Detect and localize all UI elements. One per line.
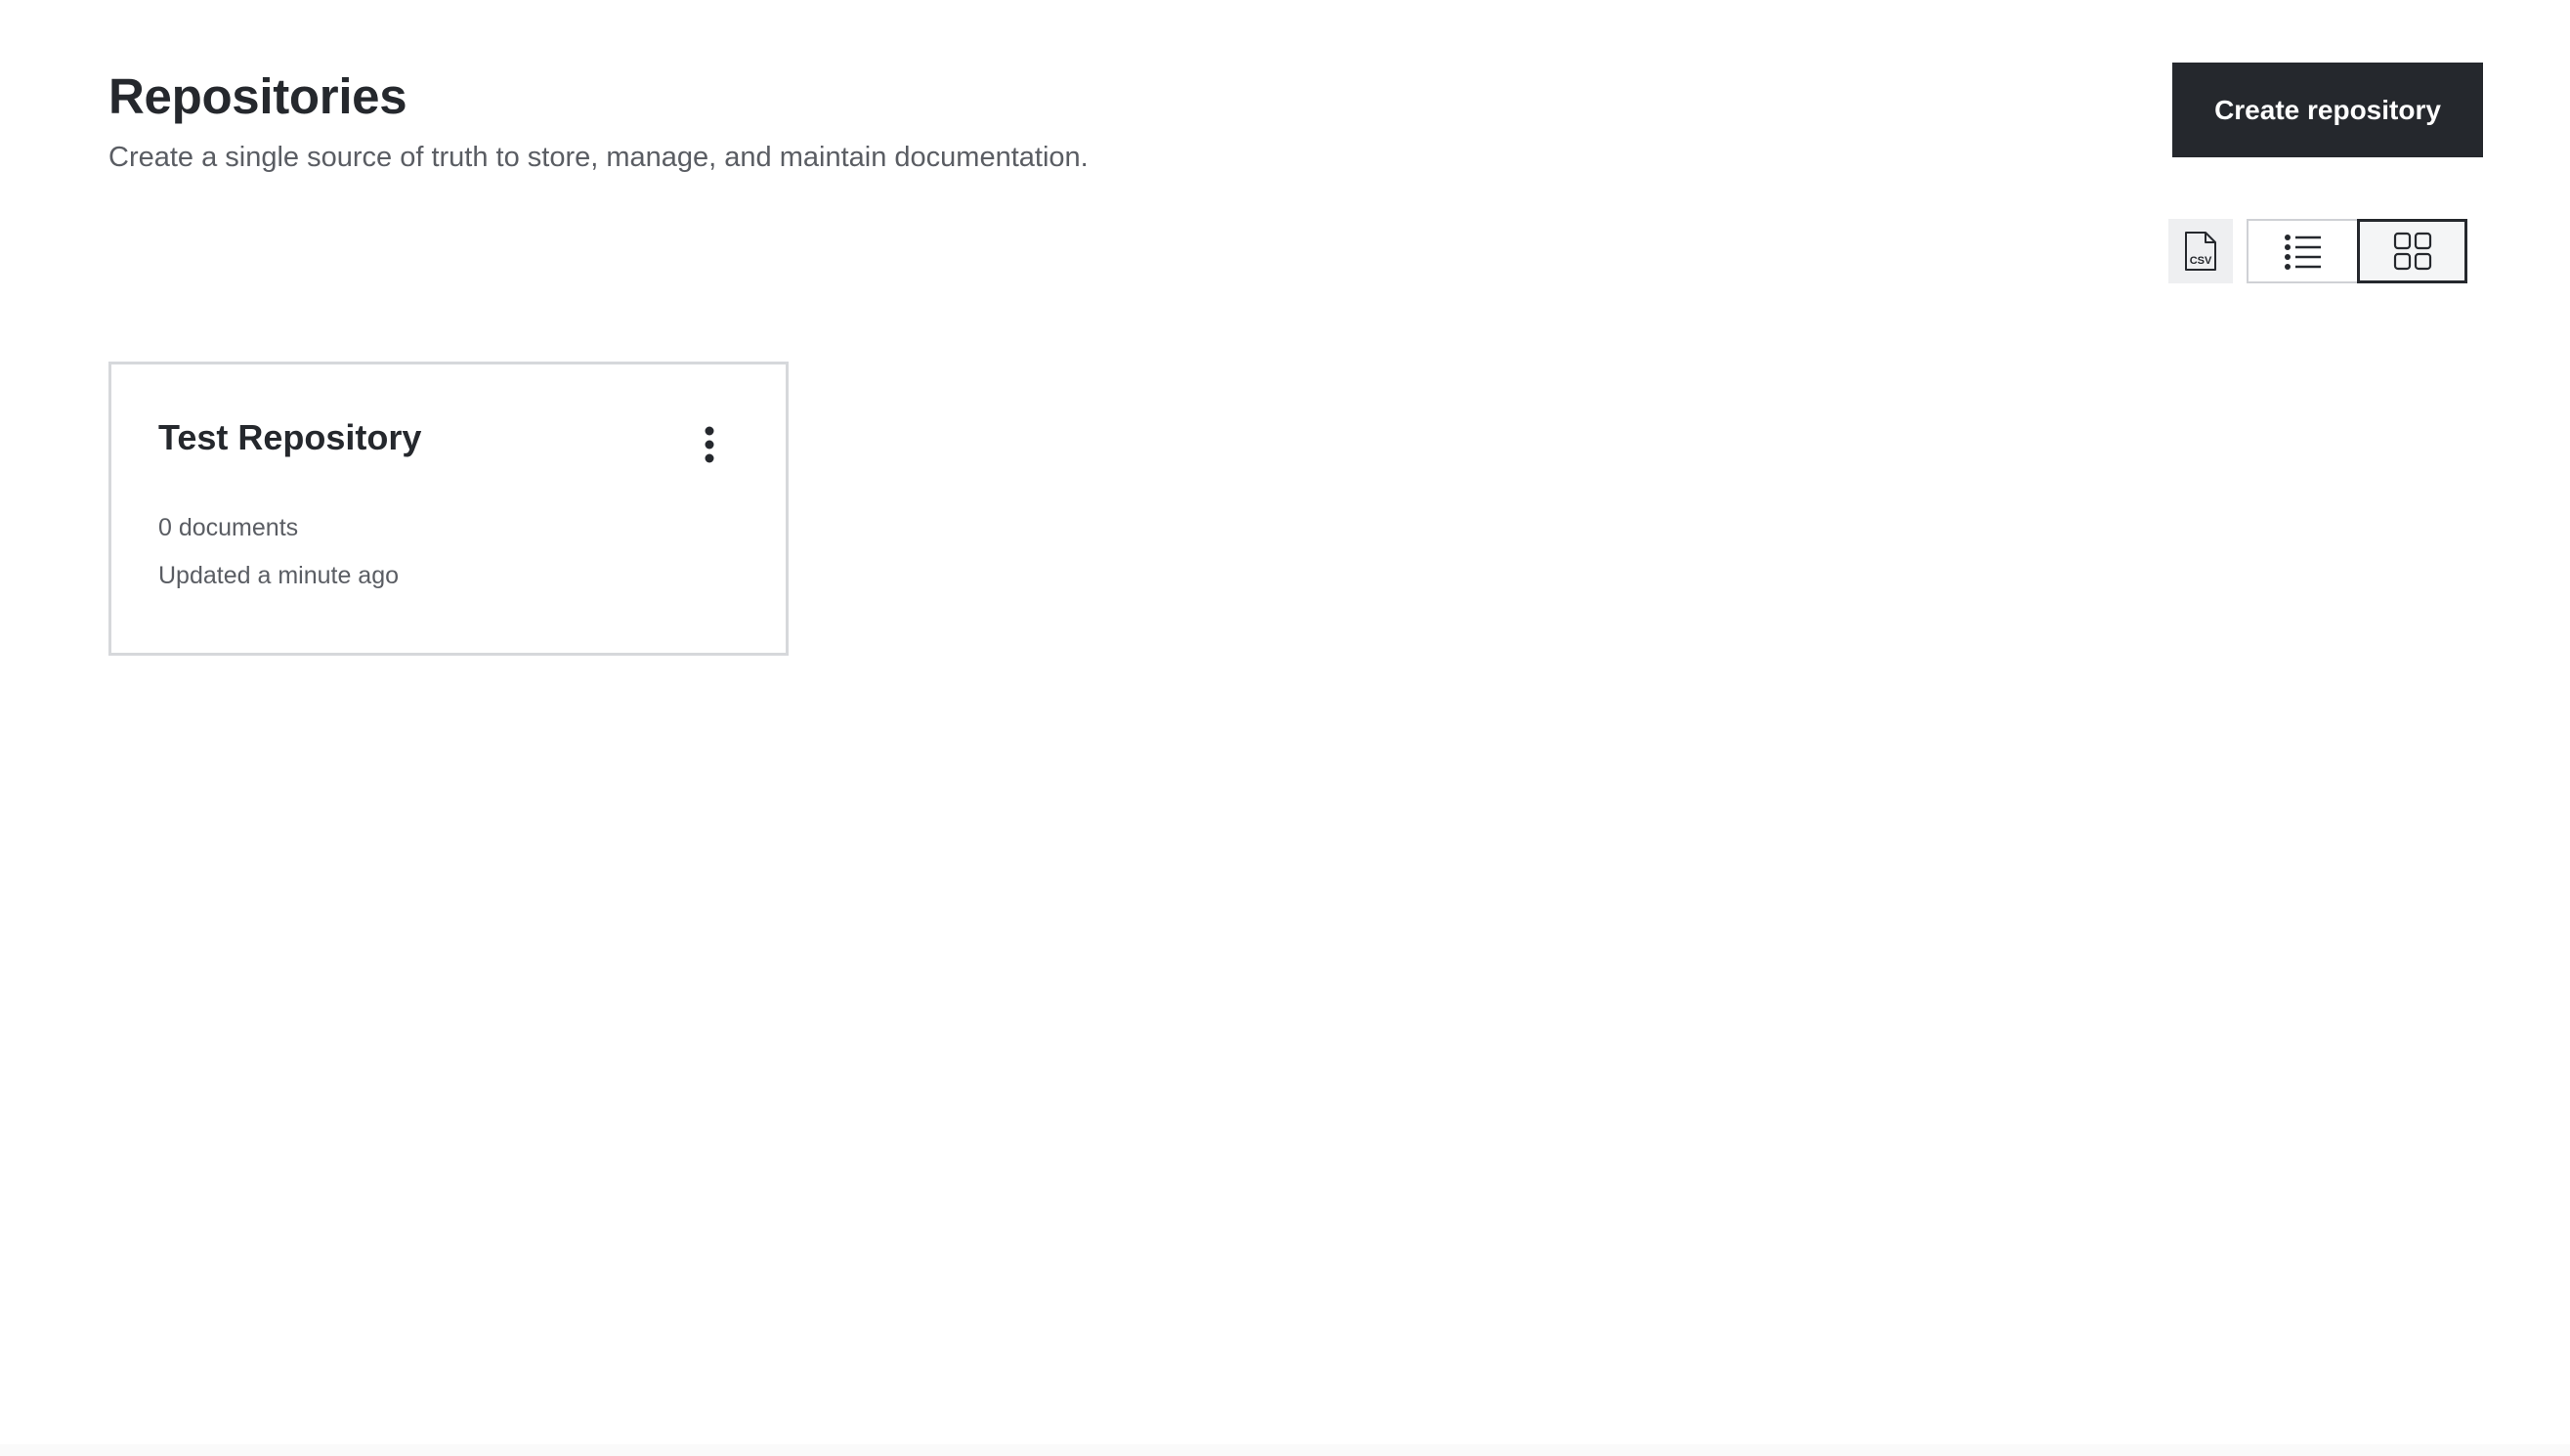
repository-updated-time: Updated a minute ago bbox=[158, 562, 400, 589]
create-repository-label: Create repository bbox=[2214, 94, 2441, 125]
repository-name: Test Repository bbox=[158, 417, 422, 457]
repository-document-count: 0 documents bbox=[158, 514, 299, 541]
list-view-button[interactable] bbox=[2247, 219, 2357, 283]
csv-file-icon: CSV bbox=[2185, 232, 2216, 271]
more-vertical-icon bbox=[705, 426, 714, 463]
page-subtitle: Create a single source of truth to store… bbox=[108, 142, 1089, 173]
list-icon bbox=[2284, 235, 2321, 270]
page-title: Repositories bbox=[108, 68, 407, 124]
repository-card[interactable]: Test Repository 0 documents Updated a mi… bbox=[108, 362, 789, 656]
repositories-page: Repositories Create a single source of t… bbox=[0, 0, 2570, 1456]
create-repository-button[interactable]: Create repository bbox=[2172, 63, 2483, 157]
page-footer-edge bbox=[0, 1444, 2570, 1456]
csv-icon-text: CSV bbox=[2190, 255, 2212, 267]
repository-menu-button[interactable] bbox=[680, 415, 739, 474]
grid-icon bbox=[2393, 232, 2431, 271]
grid-view-button[interactable] bbox=[2357, 219, 2467, 283]
export-csv-button[interactable]: CSV bbox=[2168, 219, 2233, 283]
view-mode-toggle bbox=[2247, 219, 2467, 283]
